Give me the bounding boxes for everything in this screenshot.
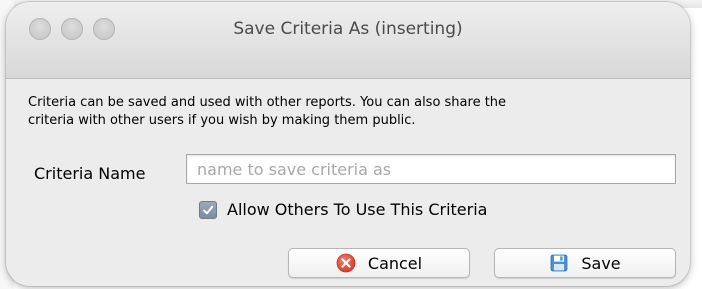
criteria-name-input[interactable]: [186, 154, 676, 184]
cancel-button[interactable]: Cancel: [288, 248, 470, 278]
floppy-disk-icon: [549, 253, 569, 273]
save-button-label: Save: [581, 253, 621, 273]
cancel-button-label: Cancel: [367, 253, 423, 273]
dialog-title: Save Criteria As (inserting): [233, 19, 463, 39]
cancel-icon: [336, 253, 356, 273]
criteria-name-label: Criteria Name: [34, 164, 146, 183]
allow-others-row: Allow Others To Use This Criteria: [199, 200, 487, 219]
save-criteria-dialog: Save Criteria As (inserting) Criteria ca…: [6, 2, 690, 286]
title-bar: Save Criteria As (inserting): [6, 2, 690, 79]
allow-others-label: Allow Others To Use This Criteria: [227, 200, 488, 219]
checkmark-icon: [203, 205, 214, 214]
dialog-description: Criteria can be saved and used with othe…: [28, 95, 507, 128]
allow-others-checkbox[interactable]: [199, 200, 217, 219]
save-button[interactable]: Save: [494, 248, 676, 278]
